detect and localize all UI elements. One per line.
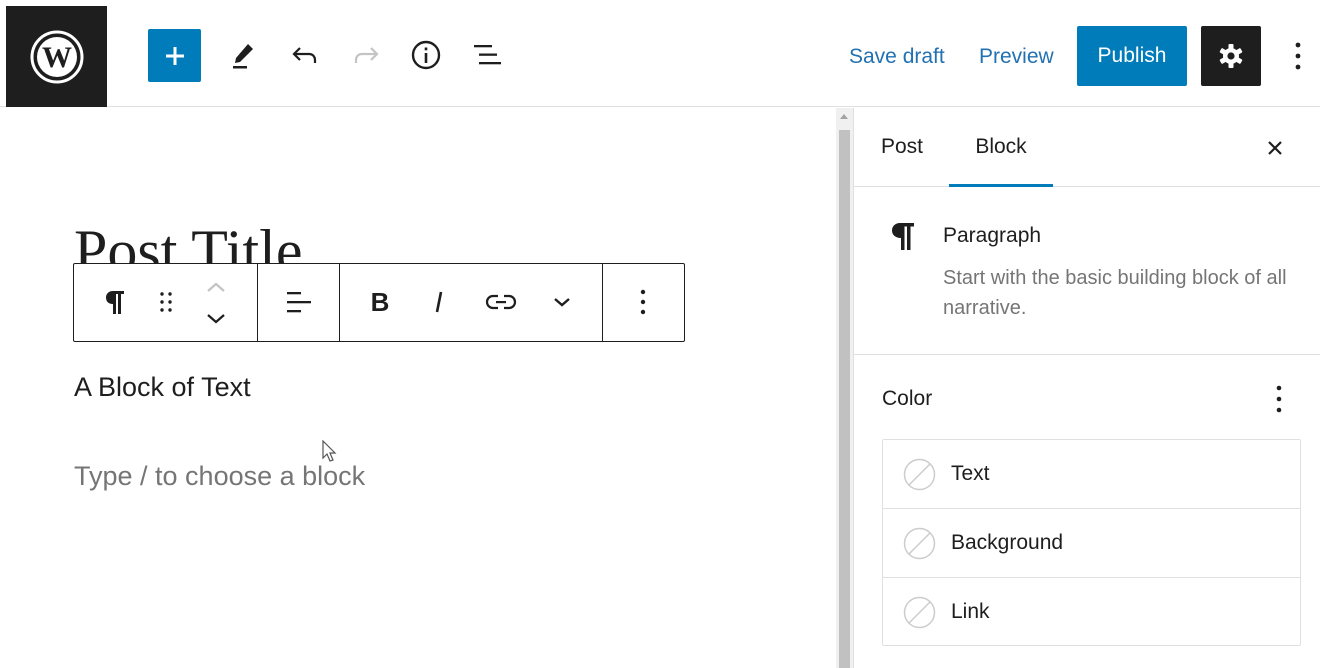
publish-button[interactable]: Publish bbox=[1077, 26, 1187, 86]
italic-icon bbox=[435, 291, 443, 313]
drag-handle-icon bbox=[160, 292, 172, 312]
paragraph-block[interactable]: A Block of Text bbox=[74, 370, 251, 404]
svg-text:W: W bbox=[42, 41, 72, 74]
bold-button[interactable]: B bbox=[356, 278, 404, 326]
color-item-label: Background bbox=[951, 531, 1064, 554]
bold-icon: B bbox=[371, 289, 390, 315]
list-view-button[interactable] bbox=[464, 32, 510, 78]
settings-button[interactable] bbox=[1201, 26, 1261, 86]
align-left-icon bbox=[287, 292, 311, 313]
pencil-icon bbox=[233, 44, 253, 69]
info-icon bbox=[411, 40, 441, 70]
tools-button[interactable] bbox=[219, 32, 265, 78]
color-item-text[interactable]: Text bbox=[883, 440, 1300, 509]
gear-icon bbox=[1219, 44, 1243, 68]
block-card-title: Paragraph bbox=[943, 224, 1042, 247]
move-down-button[interactable] bbox=[192, 304, 240, 334]
pilcrow-icon bbox=[106, 291, 124, 314]
sidebar-tabs: Post Block bbox=[854, 108, 1320, 187]
wordpress-logo-icon: W bbox=[30, 30, 83, 83]
no-color-swatch-icon bbox=[903, 596, 936, 629]
redo-icon bbox=[354, 47, 379, 63]
block-toolbar: B bbox=[73, 263, 685, 342]
kebab-icon bbox=[640, 289, 646, 315]
wordpress-logo-button[interactable]: W bbox=[6, 6, 107, 107]
kebab-icon bbox=[1295, 42, 1301, 70]
plus-icon bbox=[165, 46, 184, 65]
toolbar-divider bbox=[339, 264, 340, 341]
block-card: Paragraph Start with the basic building … bbox=[854, 187, 1320, 355]
kebab-icon bbox=[1276, 385, 1282, 413]
settings-sidebar: Post Block Paragraph Start with the basi… bbox=[853, 108, 1320, 668]
editor-header: W Save draft Preview Publish bbox=[0, 0, 1320, 107]
block-options-button[interactable] bbox=[619, 278, 667, 326]
tab-block[interactable]: Block bbox=[949, 108, 1053, 187]
chevron-down-icon bbox=[554, 298, 570, 307]
align-button[interactable] bbox=[275, 278, 323, 326]
chevron-up-icon bbox=[207, 282, 225, 292]
italic-button[interactable] bbox=[415, 278, 463, 326]
color-item-background[interactable]: Background bbox=[883, 509, 1300, 578]
undo-button[interactable] bbox=[282, 32, 328, 78]
editor-canvas[interactable]: Post Title B A Block of Text Type / to c… bbox=[0, 108, 836, 668]
toolbar-divider bbox=[602, 264, 603, 341]
color-options-button[interactable] bbox=[1266, 380, 1292, 418]
close-icon bbox=[1268, 141, 1282, 155]
link-icon bbox=[485, 294, 517, 310]
tab-post[interactable]: Post bbox=[878, 108, 926, 186]
move-up-button[interactable] bbox=[192, 272, 240, 302]
color-settings-list: Text Background Link bbox=[882, 439, 1301, 646]
pilcrow-icon bbox=[892, 223, 914, 250]
toolbar-divider bbox=[257, 264, 258, 341]
scroll-up-arrow-icon[interactable] bbox=[840, 114, 848, 119]
scroll-thumb[interactable] bbox=[839, 130, 850, 668]
color-item-label: Text bbox=[951, 462, 990, 485]
more-rich-text-button[interactable] bbox=[538, 278, 586, 326]
no-color-swatch-icon bbox=[903, 458, 936, 491]
details-button[interactable] bbox=[403, 32, 449, 78]
list-view-icon bbox=[474, 45, 501, 65]
block-type-button[interactable] bbox=[91, 278, 139, 326]
close-sidebar-button[interactable] bbox=[1259, 132, 1291, 164]
no-color-swatch-icon bbox=[903, 527, 936, 560]
editor-scrollbar[interactable] bbox=[836, 108, 853, 668]
options-menu-button[interactable] bbox=[1284, 36, 1312, 76]
color-item-label: Link bbox=[951, 600, 990, 623]
undo-icon bbox=[292, 47, 317, 63]
chevron-down-icon bbox=[207, 314, 225, 324]
preview-button[interactable]: Preview bbox=[979, 44, 1054, 70]
color-panel-title: Color bbox=[882, 387, 933, 410]
color-item-link[interactable]: Link bbox=[883, 578, 1300, 647]
drag-handle[interactable] bbox=[142, 278, 190, 326]
link-button[interactable] bbox=[477, 278, 525, 326]
svg-text:B: B bbox=[371, 289, 390, 315]
add-block-button[interactable] bbox=[148, 29, 201, 82]
redo-button[interactable] bbox=[343, 32, 389, 78]
mouse-cursor-icon bbox=[322, 440, 337, 462]
save-draft-button[interactable]: Save draft bbox=[849, 44, 945, 70]
block-card-description: Start with the basic building block of a… bbox=[943, 267, 1287, 319]
